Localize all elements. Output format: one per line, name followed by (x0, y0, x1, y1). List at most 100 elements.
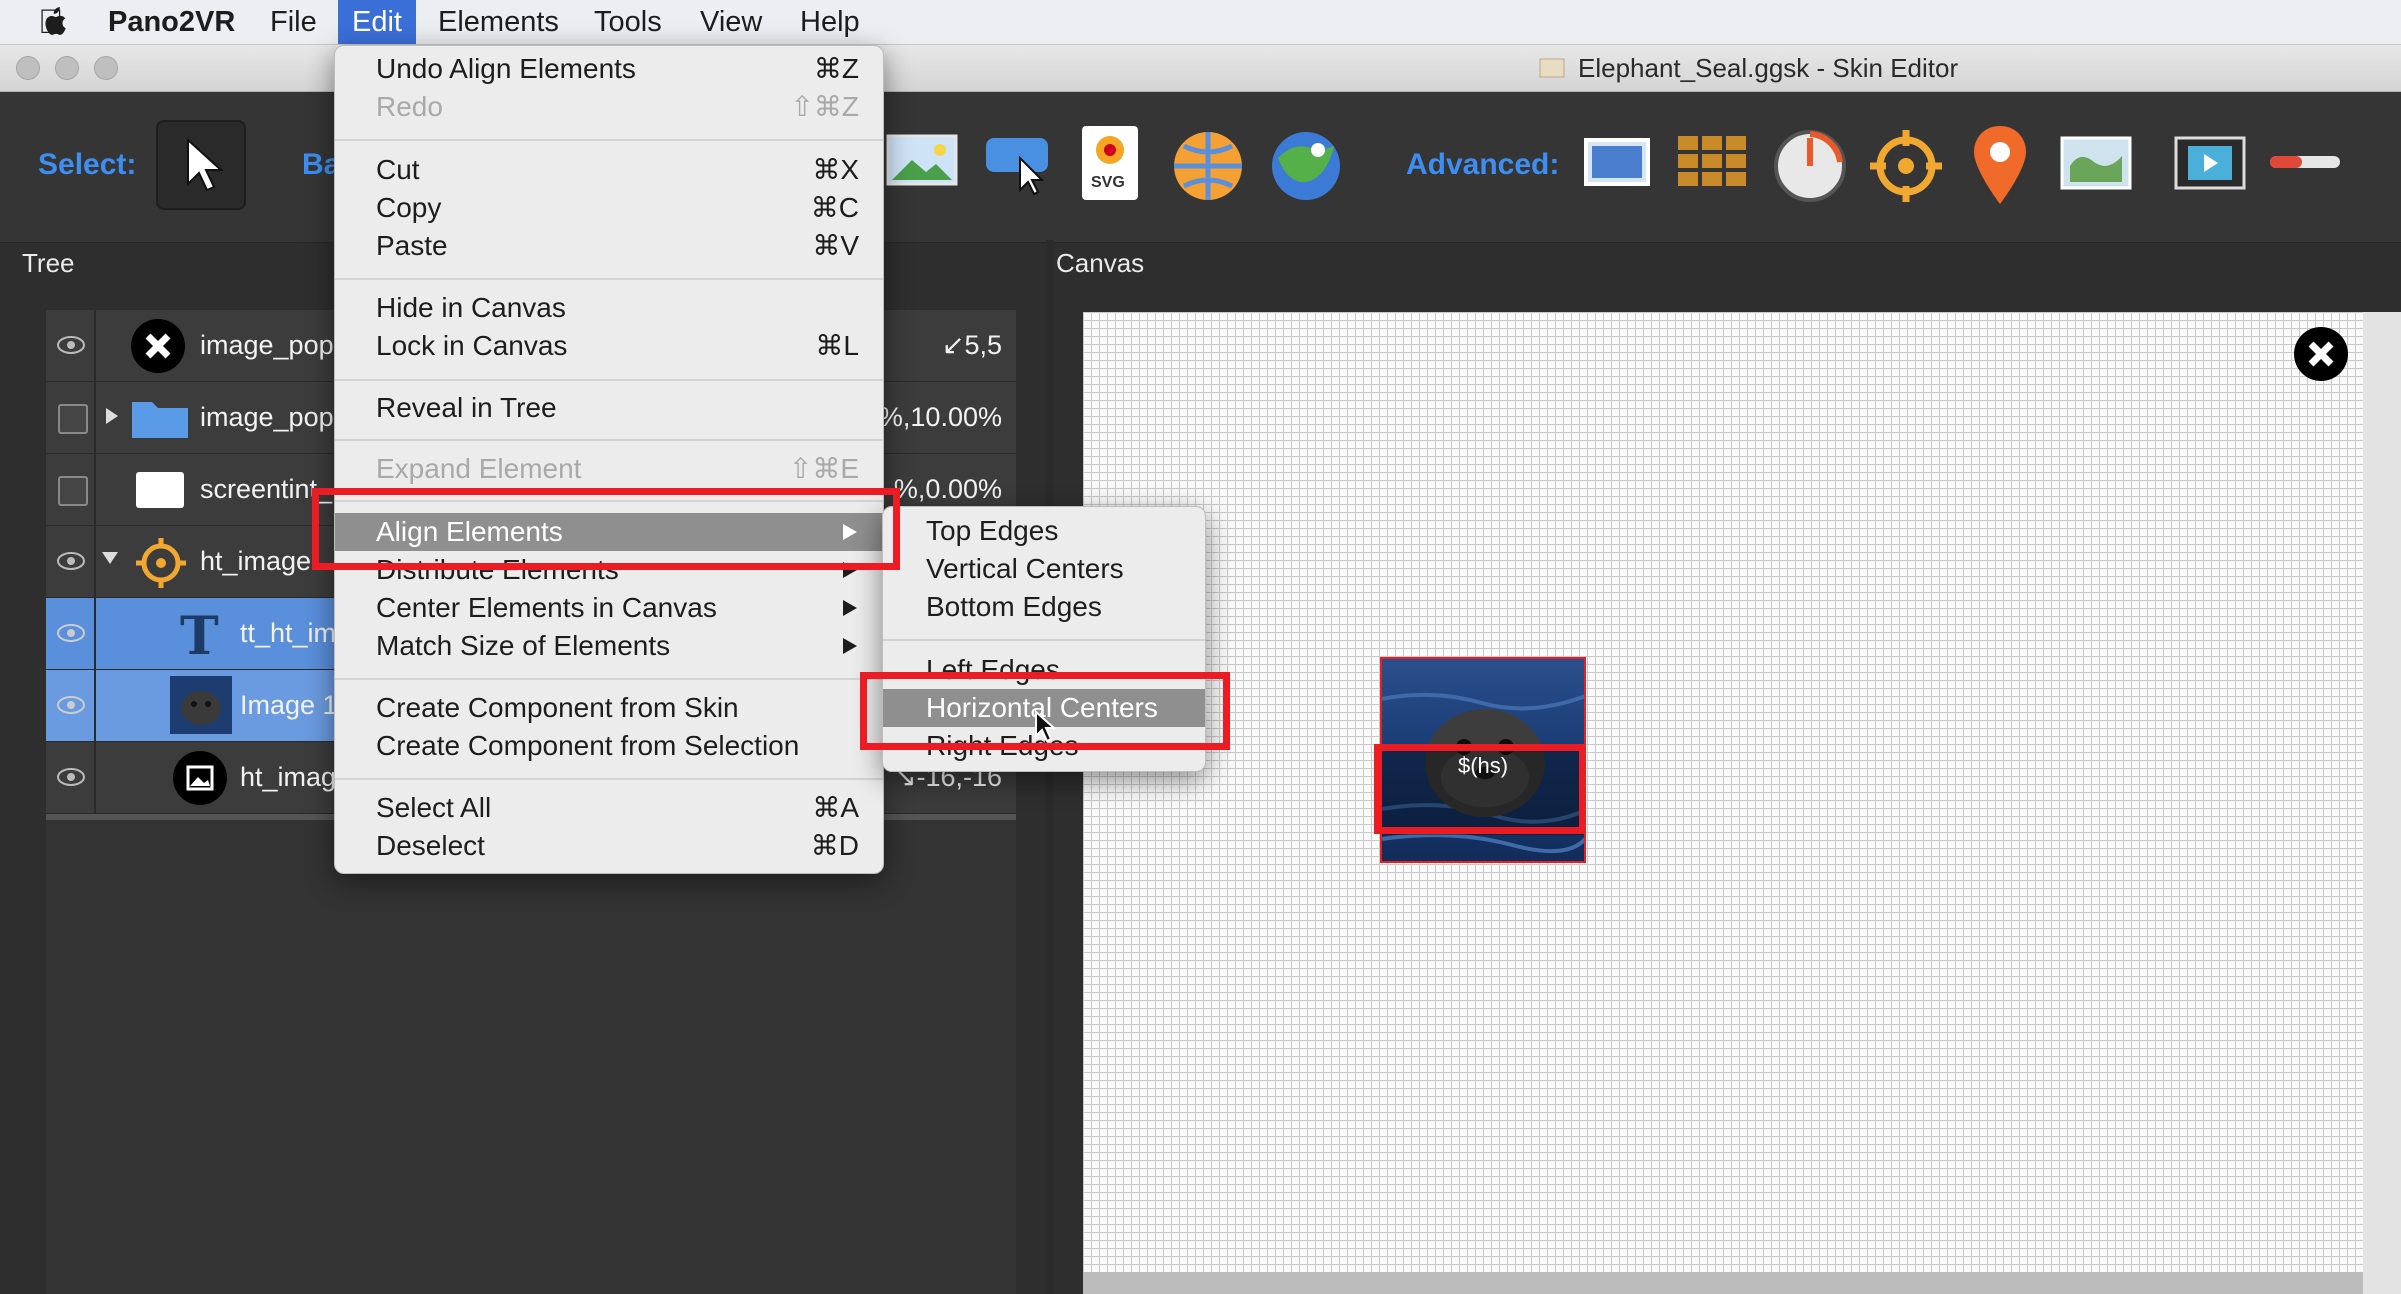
eye-icon[interactable] (56, 548, 86, 574)
close-button-element-icon (131, 319, 185, 373)
menu-item-center-elements[interactable]: Center Elements in Canvas (335, 589, 883, 627)
submenu-arrow-icon (843, 638, 857, 654)
select-label: Select: (38, 148, 137, 181)
close-window-button[interactable] (16, 56, 40, 80)
app-menu[interactable]: Pano2VR (108, 0, 235, 44)
canvas-vertical-scrollbar[interactable] (2363, 312, 2401, 1294)
progress-bar-tool-icon[interactable] (2268, 150, 2342, 174)
tree-row-name: ht_image (200, 546, 312, 576)
menu-separator (335, 278, 883, 280)
menu-item-expand-element[interactable]: Expand Element ⇧⌘E (335, 450, 883, 488)
highlight-box-hotspot-text (1374, 744, 1586, 834)
menu-tools[interactable]: Tools (594, 0, 662, 44)
menu-item-component-from-skin[interactable]: Create Component from Skin (335, 689, 883, 727)
menu-item-lock-in-canvas[interactable]: Lock in Canvas ⌘L (335, 327, 883, 365)
menu-item-match-size[interactable]: Match Size of Elements (335, 627, 883, 665)
rectangle-element-icon (136, 472, 184, 508)
grid-tool-icon[interactable] (1676, 132, 1748, 192)
menu-separator (883, 639, 1205, 641)
arrow-pointer-icon (187, 137, 224, 192)
submenu-item-bottom-edges[interactable]: Bottom Edges (883, 588, 1205, 626)
document-icon (1539, 58, 1565, 78)
text-element-icon: T (170, 606, 226, 667)
menu-separator (335, 379, 883, 381)
video-tool-icon[interactable] (2174, 136, 2246, 190)
menu-separator (335, 139, 883, 141)
menu-item-redo[interactable]: Redo ⇧⌘Z (335, 88, 883, 126)
menu-elements[interactable]: Elements (438, 0, 559, 44)
column-divider (94, 526, 96, 597)
eye-icon[interactable] (56, 692, 86, 718)
svg-tool-button[interactable]: SVG (1082, 126, 1138, 200)
eye-icon[interactable] (56, 332, 86, 358)
zoom-window-button[interactable] (94, 56, 118, 80)
screentint-tool-icon[interactable] (1584, 136, 1650, 188)
highlight-box-align-elements (312, 488, 900, 570)
timer-tool-icon[interactable] (1772, 128, 1848, 204)
column-divider (94, 742, 96, 813)
map-tool-icon[interactable] (1268, 128, 1344, 204)
menu-separator (335, 678, 883, 680)
tree-row-value: %,10.00% (878, 402, 1002, 432)
button-tool-icon[interactable] (980, 128, 1056, 198)
menu-item-undo[interactable]: Undo Align Elements ⌘Z (335, 50, 883, 88)
menu-item-component-from-selection[interactable]: Create Component from Selection (335, 727, 883, 765)
eye-icon[interactable] (56, 764, 86, 790)
submenu-item-vertical-centers[interactable]: Vertical Centers (883, 550, 1205, 588)
map-pin-tool-icon[interactable] (1970, 124, 2030, 208)
tree-empty-area (46, 820, 1016, 1294)
canvas-horizontal-scrollbar[interactable] (1083, 1272, 2401, 1294)
image-element-icon (173, 751, 227, 805)
window-title: Elephant_Seal.ggsk - Skin Editor (1578, 53, 1959, 83)
panorama-tool-icon[interactable] (1170, 128, 1246, 204)
hotspot-tool-icon[interactable] (1868, 128, 1944, 204)
tree-row-name: image_popu (200, 402, 349, 432)
select-tool-button[interactable] (156, 120, 246, 210)
collapse-arrow-icon[interactable] (102, 552, 118, 564)
tree-row-value: ↙5,5 (941, 330, 1002, 360)
expand-arrow-icon[interactable] (106, 408, 118, 424)
menu-view[interactable]: View (700, 0, 762, 44)
column-divider (94, 670, 96, 741)
folder-icon (132, 402, 188, 438)
submenu-item-top-edges[interactable]: Top Edges (883, 512, 1205, 550)
column-divider (94, 310, 96, 381)
menu-item-copy[interactable]: Copy ⌘C (335, 189, 883, 227)
tree-row-name: tt_ht_im (240, 618, 337, 648)
menu-item-reveal-in-tree[interactable]: Reveal in Tree (335, 389, 883, 427)
column-divider (94, 454, 96, 525)
menu-bar:  Pano2VR File Edit Elements Tools View … (0, 0, 2401, 45)
menu-item-deselect[interactable]: Deselect ⌘D (335, 827, 883, 865)
eye-icon[interactable] (56, 620, 86, 646)
column-divider (94, 598, 96, 669)
minimize-window-button[interactable] (55, 56, 79, 80)
menu-edit[interactable]: Edit (338, 0, 416, 44)
highlight-box-horizontal-centers (860, 672, 1230, 750)
flower-icon (1096, 136, 1124, 164)
tree-row-name: Image 1 (240, 690, 338, 720)
menu-help[interactable]: Help (800, 0, 860, 44)
visibility-checkbox[interactable] (58, 476, 88, 506)
menu-file[interactable]: File (270, 0, 317, 44)
visibility-checkbox[interactable] (58, 404, 88, 434)
menu-item-hide-in-canvas[interactable]: Hide in Canvas (335, 289, 883, 327)
canvas-panel-title: Canvas (1056, 248, 1145, 278)
submenu-arrow-icon (843, 600, 857, 616)
image-tool-icon[interactable] (884, 128, 960, 192)
floorplan-tool-icon[interactable] (2060, 136, 2132, 190)
column-divider (94, 382, 96, 453)
menu-item-paste[interactable]: Paste ⌘V (335, 227, 883, 265)
tree-panel-title: Tree (22, 248, 75, 278)
apple-logo-icon[interactable] (38, 6, 68, 38)
menu-item-cut[interactable]: Cut ⌘X (335, 151, 883, 189)
menu-separator (335, 439, 883, 441)
menu-item-select-all[interactable]: Select All ⌘A (335, 789, 883, 827)
hotspot-element-icon (136, 538, 186, 588)
edit-menu: Undo Align Elements ⌘Z Redo ⇧⌘Z Cut ⌘X Copy… (334, 45, 884, 874)
seal-thumbnail-image (170, 676, 232, 734)
tree-row-name: ht_imag (240, 762, 337, 792)
svg-tool-label: SVG (1091, 174, 1125, 191)
close-button-preview-icon[interactable] (2293, 326, 2349, 382)
skin-canvas[interactable]: $(hs) (1083, 312, 2363, 1272)
menu-separator (335, 778, 883, 780)
